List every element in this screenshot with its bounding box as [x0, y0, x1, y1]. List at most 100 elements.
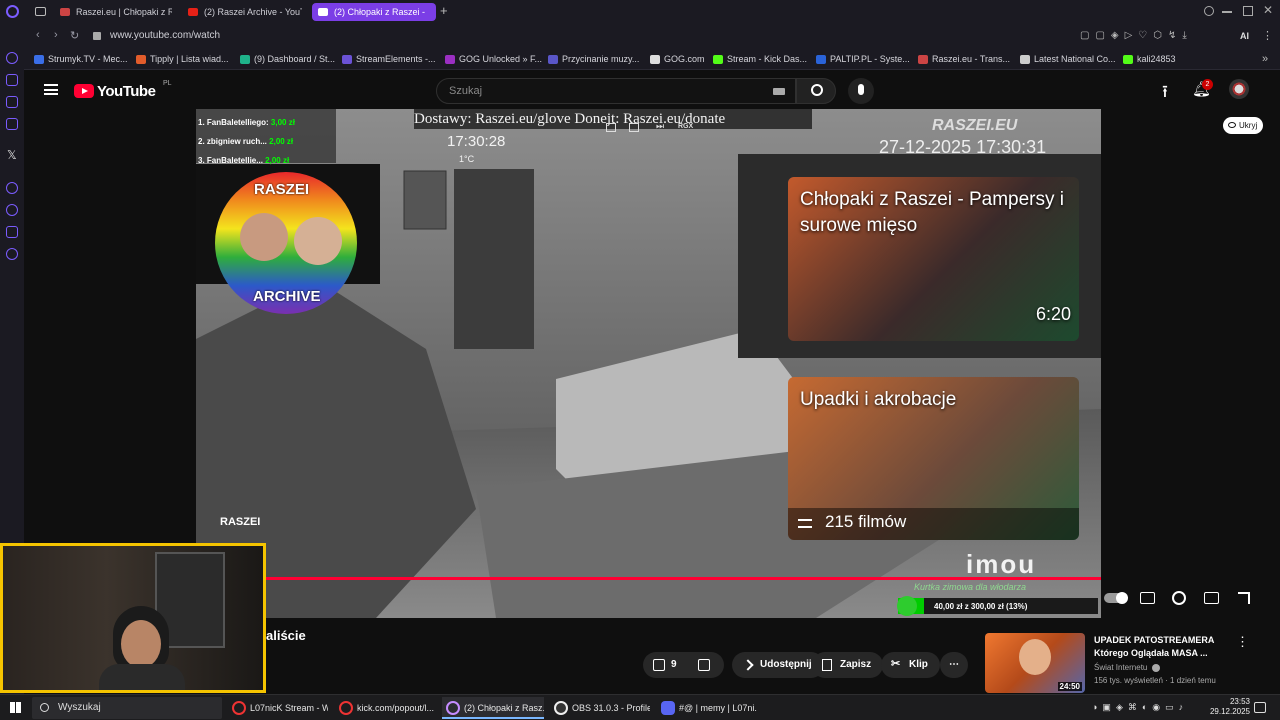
hide-overlay-label[interactable]: Ukryj	[1223, 117, 1263, 134]
avatar[interactable]	[1229, 79, 1249, 99]
ai-button[interactable]: AI	[1240, 31, 1249, 41]
sidebar-extension-icon[interactable]	[6, 74, 18, 86]
youtube-header: YouTube PL Szukaj ⭱ 🔔︎ 2	[24, 71, 1280, 109]
taskbar-clock[interactable]: 23:53 29.12.2025	[1200, 697, 1250, 717]
tab-raszei-site[interactable]: Raszei.eu | Chłopaki z Ras	[54, 3, 172, 21]
bookmark-item[interactable]: (9) Dashboard / St...	[240, 54, 335, 64]
windows-start-icon[interactable]	[10, 702, 21, 713]
theater-mode-icon[interactable]	[1204, 592, 1219, 604]
face-left	[240, 213, 288, 261]
reload-icon[interactable]: ↻	[70, 29, 79, 42]
bookmark-item[interactable]: Stream - Kick Das...	[713, 54, 807, 64]
video-player[interactable]: 1. FanBaletelliego: 3,00 zł 2. zbigniew …	[196, 109, 1101, 618]
settings-gear-icon[interactable]	[1172, 591, 1186, 605]
sidebar-messenger-icon[interactable]	[6, 52, 18, 64]
bookmark-item[interactable]: GOG.com	[650, 54, 705, 64]
recommended-title-2: Którego Oglądała MASA ...	[1094, 648, 1208, 658]
recommended-video[interactable]: 24:50 UPADEK PATOSTREAMERA Którego Ogląd…	[985, 633, 1265, 694]
picture-frame	[403, 170, 447, 230]
bookmark-item[interactable]: StreamElements -...	[342, 54, 436, 64]
endcard-playlist[interactable]: Upadki i akrobacje 215 filmów	[788, 377, 1079, 540]
search-tabs-icon[interactable]	[1204, 6, 1214, 16]
clip-button[interactable]: ✂ Klip	[881, 652, 940, 678]
sidebar-wallet-icon[interactable]	[6, 96, 18, 108]
browser-logo-icon[interactable]	[6, 5, 19, 18]
taskbar-task[interactable]: L07nicK Stream - W...	[228, 697, 328, 719]
taskbar-search-box[interactable]: Wyszukaj	[32, 697, 222, 719]
windows-taskbar: Wyszukaj L07nicK Stream - W... kick.com/…	[0, 694, 1280, 720]
tab-label: Raszei.eu | Chłopaki z Ras	[76, 7, 172, 17]
upload-icon[interactable]: ⭱	[1162, 79, 1168, 108]
taskbar-task-active[interactable]: (2) Chłopaki z Rasz...	[442, 697, 544, 719]
sidebar-x-icon[interactable]: 𝕏	[7, 148, 17, 162]
bookmark-item[interactable]: Raszei.eu - Trans...	[918, 54, 1010, 64]
bookmark-icon	[1123, 55, 1133, 64]
taskbar-task[interactable]: OBS 31.0.3 - Profile:...	[550, 697, 650, 719]
bookmark-item[interactable]: Latest National Co...	[1020, 54, 1116, 64]
sidebar-player-icon[interactable]	[6, 118, 18, 130]
dislike-button[interactable]	[686, 652, 724, 678]
skip-next-icon[interactable]: ⏭	[656, 121, 664, 132]
bookmark-item[interactable]: kali24853	[1123, 54, 1176, 64]
obs-icon	[554, 701, 568, 715]
close-window-button[interactable]: ✕	[1263, 3, 1273, 17]
tab-raszei-archive[interactable]: (2) Raszei Archive - YouTu	[182, 3, 302, 21]
clock-date: 29.12.2025	[1209, 707, 1250, 716]
keyboard-icon[interactable]	[773, 88, 785, 95]
sidebar-history-icon[interactable]	[6, 204, 18, 216]
maximize-button[interactable]	[1243, 6, 1253, 16]
tab-list-icon[interactable]	[35, 7, 46, 16]
bookmark-icon	[918, 55, 928, 64]
youtube-play-triangle-icon	[82, 88, 88, 94]
search-button[interactable]	[796, 78, 836, 104]
clock-overlay: 17:30:28	[447, 133, 506, 150]
logo-text-bottom: ARCHIVE	[253, 288, 321, 305]
share-button[interactable]: Udostępnij	[732, 652, 824, 678]
taskbar-task[interactable]: #@ | memy | L07ni...	[657, 697, 757, 719]
forward-icon[interactable]: ›	[54, 29, 58, 41]
menu-icon[interactable]: ⋮	[1262, 29, 1273, 42]
bookmark-item[interactable]: Tipply | Lista wiad...	[136, 54, 229, 64]
bookmark-item[interactable]: GOG Unlocked » F...	[445, 54, 542, 64]
recommended-duration: 24:50	[1057, 682, 1082, 691]
donation-list: 1. FanBaletelliego: 3,00 zł 2. zbigniew …	[198, 113, 295, 170]
bookmarks-overflow-icon[interactable]: »	[1262, 53, 1268, 65]
voice-search-button[interactable]	[848, 78, 874, 104]
clip-label: Klip	[909, 659, 928, 670]
face-right	[294, 217, 342, 265]
save-button[interactable]: Zapisz	[812, 652, 884, 678]
back-icon[interactable]: ‹	[36, 29, 40, 41]
recommended-menu-icon[interactable]: ⋮	[1236, 634, 1249, 650]
minimize-button[interactable]	[1222, 11, 1232, 13]
imou-watermark: imou	[966, 549, 1037, 579]
lock-icon	[93, 32, 101, 40]
sidebar-bag-icon[interactable]	[6, 226, 18, 238]
recommended-meta: 156 tys. wyświetleń · 1 dzień temu	[1094, 676, 1216, 685]
fullscreen-icon[interactable]	[1238, 592, 1250, 604]
address-bar-row: ‹ › ↻ www.youtube.com/watch ▢▢◈▷♡⬡↯⤓ AI …	[0, 24, 1280, 50]
sidebar-play-icon[interactable]	[6, 182, 18, 194]
subtitles-icon[interactable]	[1140, 592, 1155, 604]
bookmark-item[interactable]: Przycinanie muzy...	[548, 54, 639, 64]
new-tab-button[interactable]: +	[440, 3, 448, 18]
rgx-label[interactable]: RGX	[678, 123, 693, 130]
recommended-thumbnail[interactable]: 24:50	[985, 633, 1085, 693]
endcard-playlist-title: Upadki i akrobacje	[800, 389, 957, 410]
search-input[interactable]: Szukaj	[436, 78, 796, 104]
miniplayer-icon[interactable]	[606, 123, 616, 132]
bookmark-item[interactable]: PALTIP.PL - Syste...	[816, 54, 910, 64]
taskbar-task[interactable]: kick.com/popout/l...	[335, 697, 435, 719]
bookmarks-bar: Strumyk.TV - Mec... Tipply | Lista wiad.…	[0, 50, 1280, 70]
bookmark-icon	[650, 55, 660, 64]
hamburger-menu-icon[interactable]	[44, 84, 58, 95]
endcard-video[interactable]: Chłopaki z Raszei - Pampersy i surowe mi…	[788, 177, 1079, 341]
url-field[interactable]: www.youtube.com/watch	[110, 30, 220, 41]
popout-icon[interactable]	[629, 123, 639, 132]
tab-label: (2) Raszei Archive - YouTu	[204, 7, 302, 17]
notification-center-icon[interactable]	[1254, 702, 1266, 713]
tab-chlopaki-active[interactable]: (2) Chłopaki z Raszei -	[312, 3, 436, 21]
system-tray-icons[interactable]: ◑▣◈⌘◐◉▭♪	[1092, 702, 1202, 714]
more-actions-button[interactable]: ⋯	[940, 652, 968, 678]
bookmark-item[interactable]: Strumyk.TV - Mec...	[34, 54, 128, 64]
sidebar-settings-icon[interactable]	[6, 248, 18, 260]
